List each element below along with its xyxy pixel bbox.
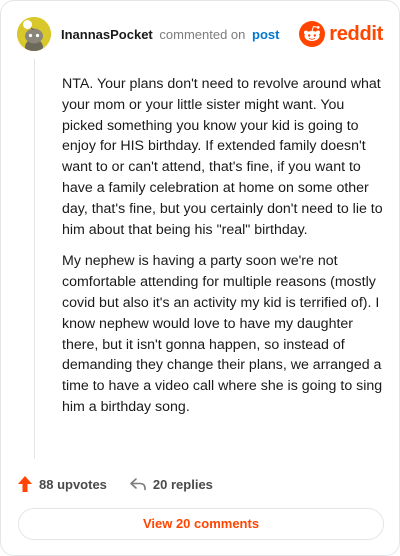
- reply-count: 20 replies: [152, 476, 213, 492]
- comment-actions: 88 upvotes 20 replies: [17, 473, 213, 495]
- upvote-count: 88 upvotes: [39, 476, 107, 492]
- comment-paragraph: My nephew is having a party soon we're n…: [62, 253, 383, 415]
- thread-line[interactable]: [34, 59, 35, 459]
- comment-paragraph: NTA. Your plans don't need to revolve ar…: [62, 76, 383, 238]
- action-text: commented on: [159, 26, 246, 42]
- reddit-snoo-icon: [299, 21, 326, 47]
- post-link[interactable]: post: [252, 27, 279, 42]
- replies-button[interactable]: 20 replies: [129, 477, 213, 492]
- reply-arrow-icon: [130, 478, 146, 491]
- avatar[interactable]: [17, 17, 51, 51]
- author-name[interactable]: InannasPocket: [61, 27, 153, 42]
- snoo-avatar-icon: [17, 17, 51, 51]
- comment-body: NTA. Your plans don't need to revolve ar…: [62, 74, 384, 429]
- reddit-wordmark: reddit: [329, 22, 383, 45]
- comment-card: InannasPocket commented on post reddit N…: [0, 0, 400, 556]
- comment-header: InannasPocket commented on post reddit: [17, 17, 383, 51]
- upvote-arrow-icon: [18, 476, 32, 492]
- view-comments-button[interactable]: View 20 comments: [18, 508, 384, 540]
- reddit-logo[interactable]: reddit: [299, 19, 383, 49]
- comment-meta: InannasPocket commented on post: [61, 27, 279, 42]
- upvote-button[interactable]: 88 upvotes: [17, 475, 107, 493]
